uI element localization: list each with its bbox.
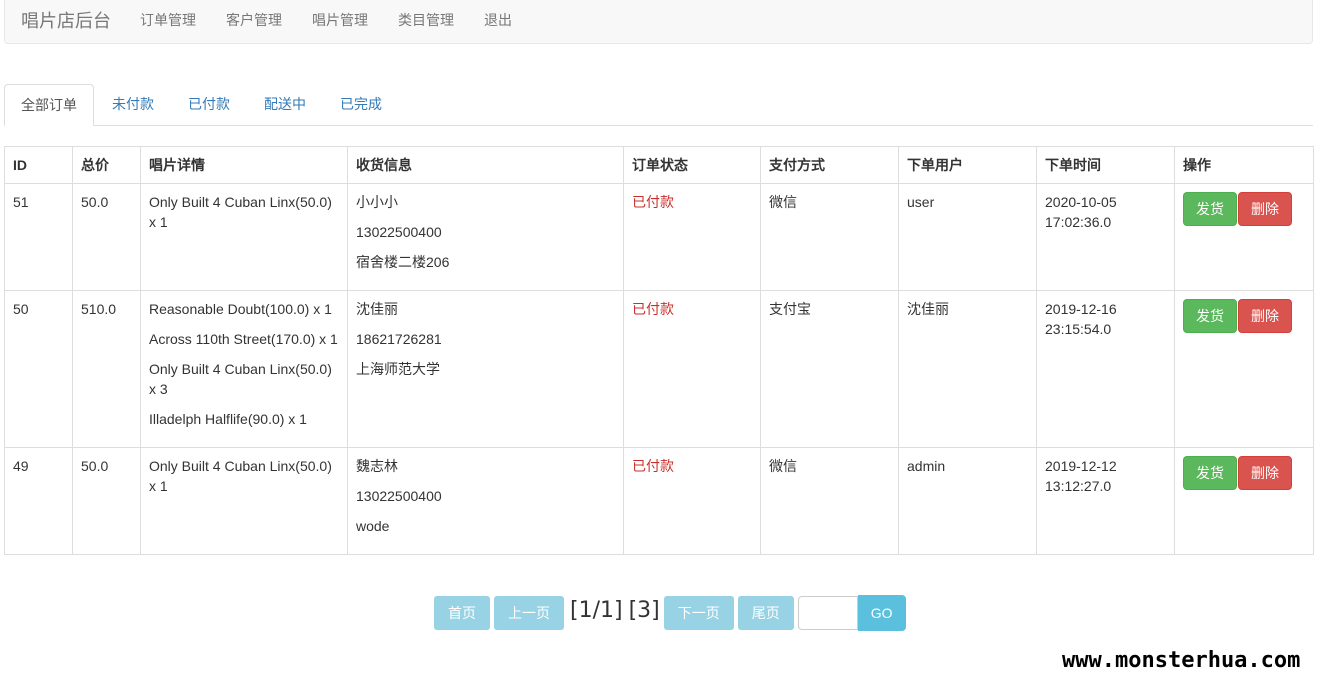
order-actions: 发货 删除 bbox=[1174, 290, 1314, 448]
order-time: 2019-12-16 23:15:54.0 bbox=[1036, 290, 1175, 448]
order-user: admin bbox=[898, 447, 1037, 555]
order-actions: 发货 删除 bbox=[1174, 447, 1314, 555]
order-total: 50.0 bbox=[72, 183, 141, 291]
delete-button[interactable]: 删除 bbox=[1238, 192, 1292, 226]
tab-completed[interactable]: 已完成 bbox=[324, 84, 398, 126]
order-item: Reasonable Doubt(100.0) x 1 bbox=[149, 301, 332, 317]
order-time: 2020-10-05 17:02:36.0 bbox=[1036, 183, 1175, 291]
header-actions: 操作 bbox=[1174, 146, 1314, 184]
prev-page-button[interactable]: 上一页 bbox=[494, 596, 564, 630]
recipient-name: 魏志林 bbox=[356, 458, 398, 474]
order-status-tabs: 全部订单 未付款 已付款 配送中 已完成 bbox=[4, 84, 1313, 126]
nav-categories[interactable]: 类目管理 bbox=[383, 10, 469, 30]
brand-title[interactable]: 唱片店后台 bbox=[21, 7, 111, 33]
order-recipient: 小小小 13022500400 宿舍楼二楼206 bbox=[347, 183, 624, 291]
tab-unpaid[interactable]: 未付款 bbox=[96, 84, 170, 126]
first-page-button[interactable]: 首页 bbox=[434, 596, 490, 630]
order-status: 已付款 bbox=[623, 447, 761, 555]
order-items: Only Built 4 Cuban Linx(50.0) x 1 bbox=[140, 183, 348, 291]
order-item: Across 110th Street(170.0) x 1 bbox=[149, 331, 338, 347]
order-item: Only Built 4 Cuban Linx(50.0) x 1 bbox=[149, 194, 332, 230]
order-id: 51 bbox=[4, 183, 73, 291]
table-header-row: ID 总价 唱片详情 收货信息 订单状态 支付方式 下单用户 下单时间 操作 bbox=[4, 146, 1314, 184]
recipient-phone: 13022500400 bbox=[356, 488, 442, 504]
order-payment: 微信 bbox=[760, 447, 899, 555]
header-user: 下单用户 bbox=[898, 146, 1037, 184]
recipient-phone: 18621726281 bbox=[356, 331, 442, 347]
last-page-button[interactable]: 尾页 bbox=[737, 596, 794, 630]
delete-button[interactable]: 删除 bbox=[1238, 456, 1292, 490]
recipient-address: 宿舍楼二楼206 bbox=[356, 254, 450, 270]
recipient-address: 上海师范大学 bbox=[356, 361, 440, 377]
header-time: 下单时间 bbox=[1036, 146, 1175, 184]
order-recipient: 沈佳丽 18621726281 上海师范大学 bbox=[347, 290, 624, 448]
order-recipient: 魏志林 13022500400 wode bbox=[347, 447, 624, 555]
header-recipient: 收货信息 bbox=[347, 146, 624, 184]
order-payment: 微信 bbox=[760, 183, 899, 291]
recipient-name: 小小小 bbox=[356, 194, 398, 210]
order-items: Reasonable Doubt(100.0) x 1 Across 110th… bbox=[140, 290, 348, 448]
order-items: Only Built 4 Cuban Linx(50.0) x 1 bbox=[140, 447, 348, 555]
order-total: 510.0 bbox=[72, 290, 141, 448]
top-navbar: 唱片店后台 订单管理 客户管理 唱片管理 类目管理 退出 bbox=[4, 0, 1313, 44]
ship-button[interactable]: 发货 bbox=[1183, 456, 1237, 490]
nav-records[interactable]: 唱片管理 bbox=[297, 10, 383, 30]
delete-button[interactable]: 删除 bbox=[1238, 299, 1292, 333]
recipient-address: wode bbox=[356, 518, 390, 534]
order-user: user bbox=[898, 183, 1037, 291]
tab-all-orders[interactable]: 全部订单 bbox=[4, 84, 94, 126]
header-payment: 支付方式 bbox=[760, 146, 899, 184]
order-user: 沈佳丽 bbox=[898, 290, 1037, 448]
table-row: 49 50.0 Only Built 4 Cuban Linx(50.0) x … bbox=[4, 447, 1314, 555]
total-count: [3] bbox=[628, 597, 660, 623]
page-number-input[interactable] bbox=[797, 596, 858, 630]
order-total: 50.0 bbox=[72, 447, 141, 555]
header-status: 订单状态 bbox=[623, 146, 761, 184]
page-info: [1/1] bbox=[570, 597, 623, 623]
recipient-phone: 13022500400 bbox=[356, 224, 442, 240]
order-payment: 支付宝 bbox=[760, 290, 899, 448]
header-total: 总价 bbox=[72, 146, 141, 184]
tab-shipping[interactable]: 配送中 bbox=[248, 84, 322, 126]
orders-table: ID 总价 唱片详情 收货信息 订单状态 支付方式 下单用户 下单时间 操作 5… bbox=[4, 146, 1314, 555]
order-status: 已付款 bbox=[623, 183, 761, 291]
pagination: 首页 上一页 [1/1] [3] 下一页 尾页 GO bbox=[434, 595, 906, 631]
header-items: 唱片详情 bbox=[140, 146, 348, 184]
watermark: www.monsterhua.com bbox=[1062, 648, 1301, 673]
nav-logout[interactable]: 退出 bbox=[469, 10, 527, 30]
order-item: Only Built 4 Cuban Linx(50.0) x 3 bbox=[149, 361, 332, 397]
order-actions: 发货 删除 bbox=[1174, 183, 1314, 291]
order-status: 已付款 bbox=[623, 290, 761, 448]
tab-paid[interactable]: 已付款 bbox=[172, 84, 246, 126]
ship-button[interactable]: 发货 bbox=[1183, 192, 1237, 226]
order-time: 2019-12-12 13:12:27.0 bbox=[1036, 447, 1175, 555]
order-id: 50 bbox=[4, 290, 73, 448]
ship-button[interactable]: 发货 bbox=[1183, 299, 1237, 333]
header-id: ID bbox=[4, 146, 73, 184]
nav-customers[interactable]: 客户管理 bbox=[211, 10, 297, 30]
order-id: 49 bbox=[4, 447, 73, 555]
go-button[interactable]: GO bbox=[857, 595, 906, 631]
next-page-button[interactable]: 下一页 bbox=[663, 596, 734, 630]
table-row: 50 510.0 Reasonable Doubt(100.0) x 1 Acr… bbox=[4, 290, 1314, 448]
recipient-name: 沈佳丽 bbox=[356, 301, 398, 317]
table-row: 51 50.0 Only Built 4 Cuban Linx(50.0) x … bbox=[4, 183, 1314, 291]
nav-orders[interactable]: 订单管理 bbox=[125, 10, 211, 30]
order-item: Only Built 4 Cuban Linx(50.0) x 1 bbox=[149, 458, 332, 494]
order-item: Illadelph Halflife(90.0) x 1 bbox=[149, 411, 307, 427]
